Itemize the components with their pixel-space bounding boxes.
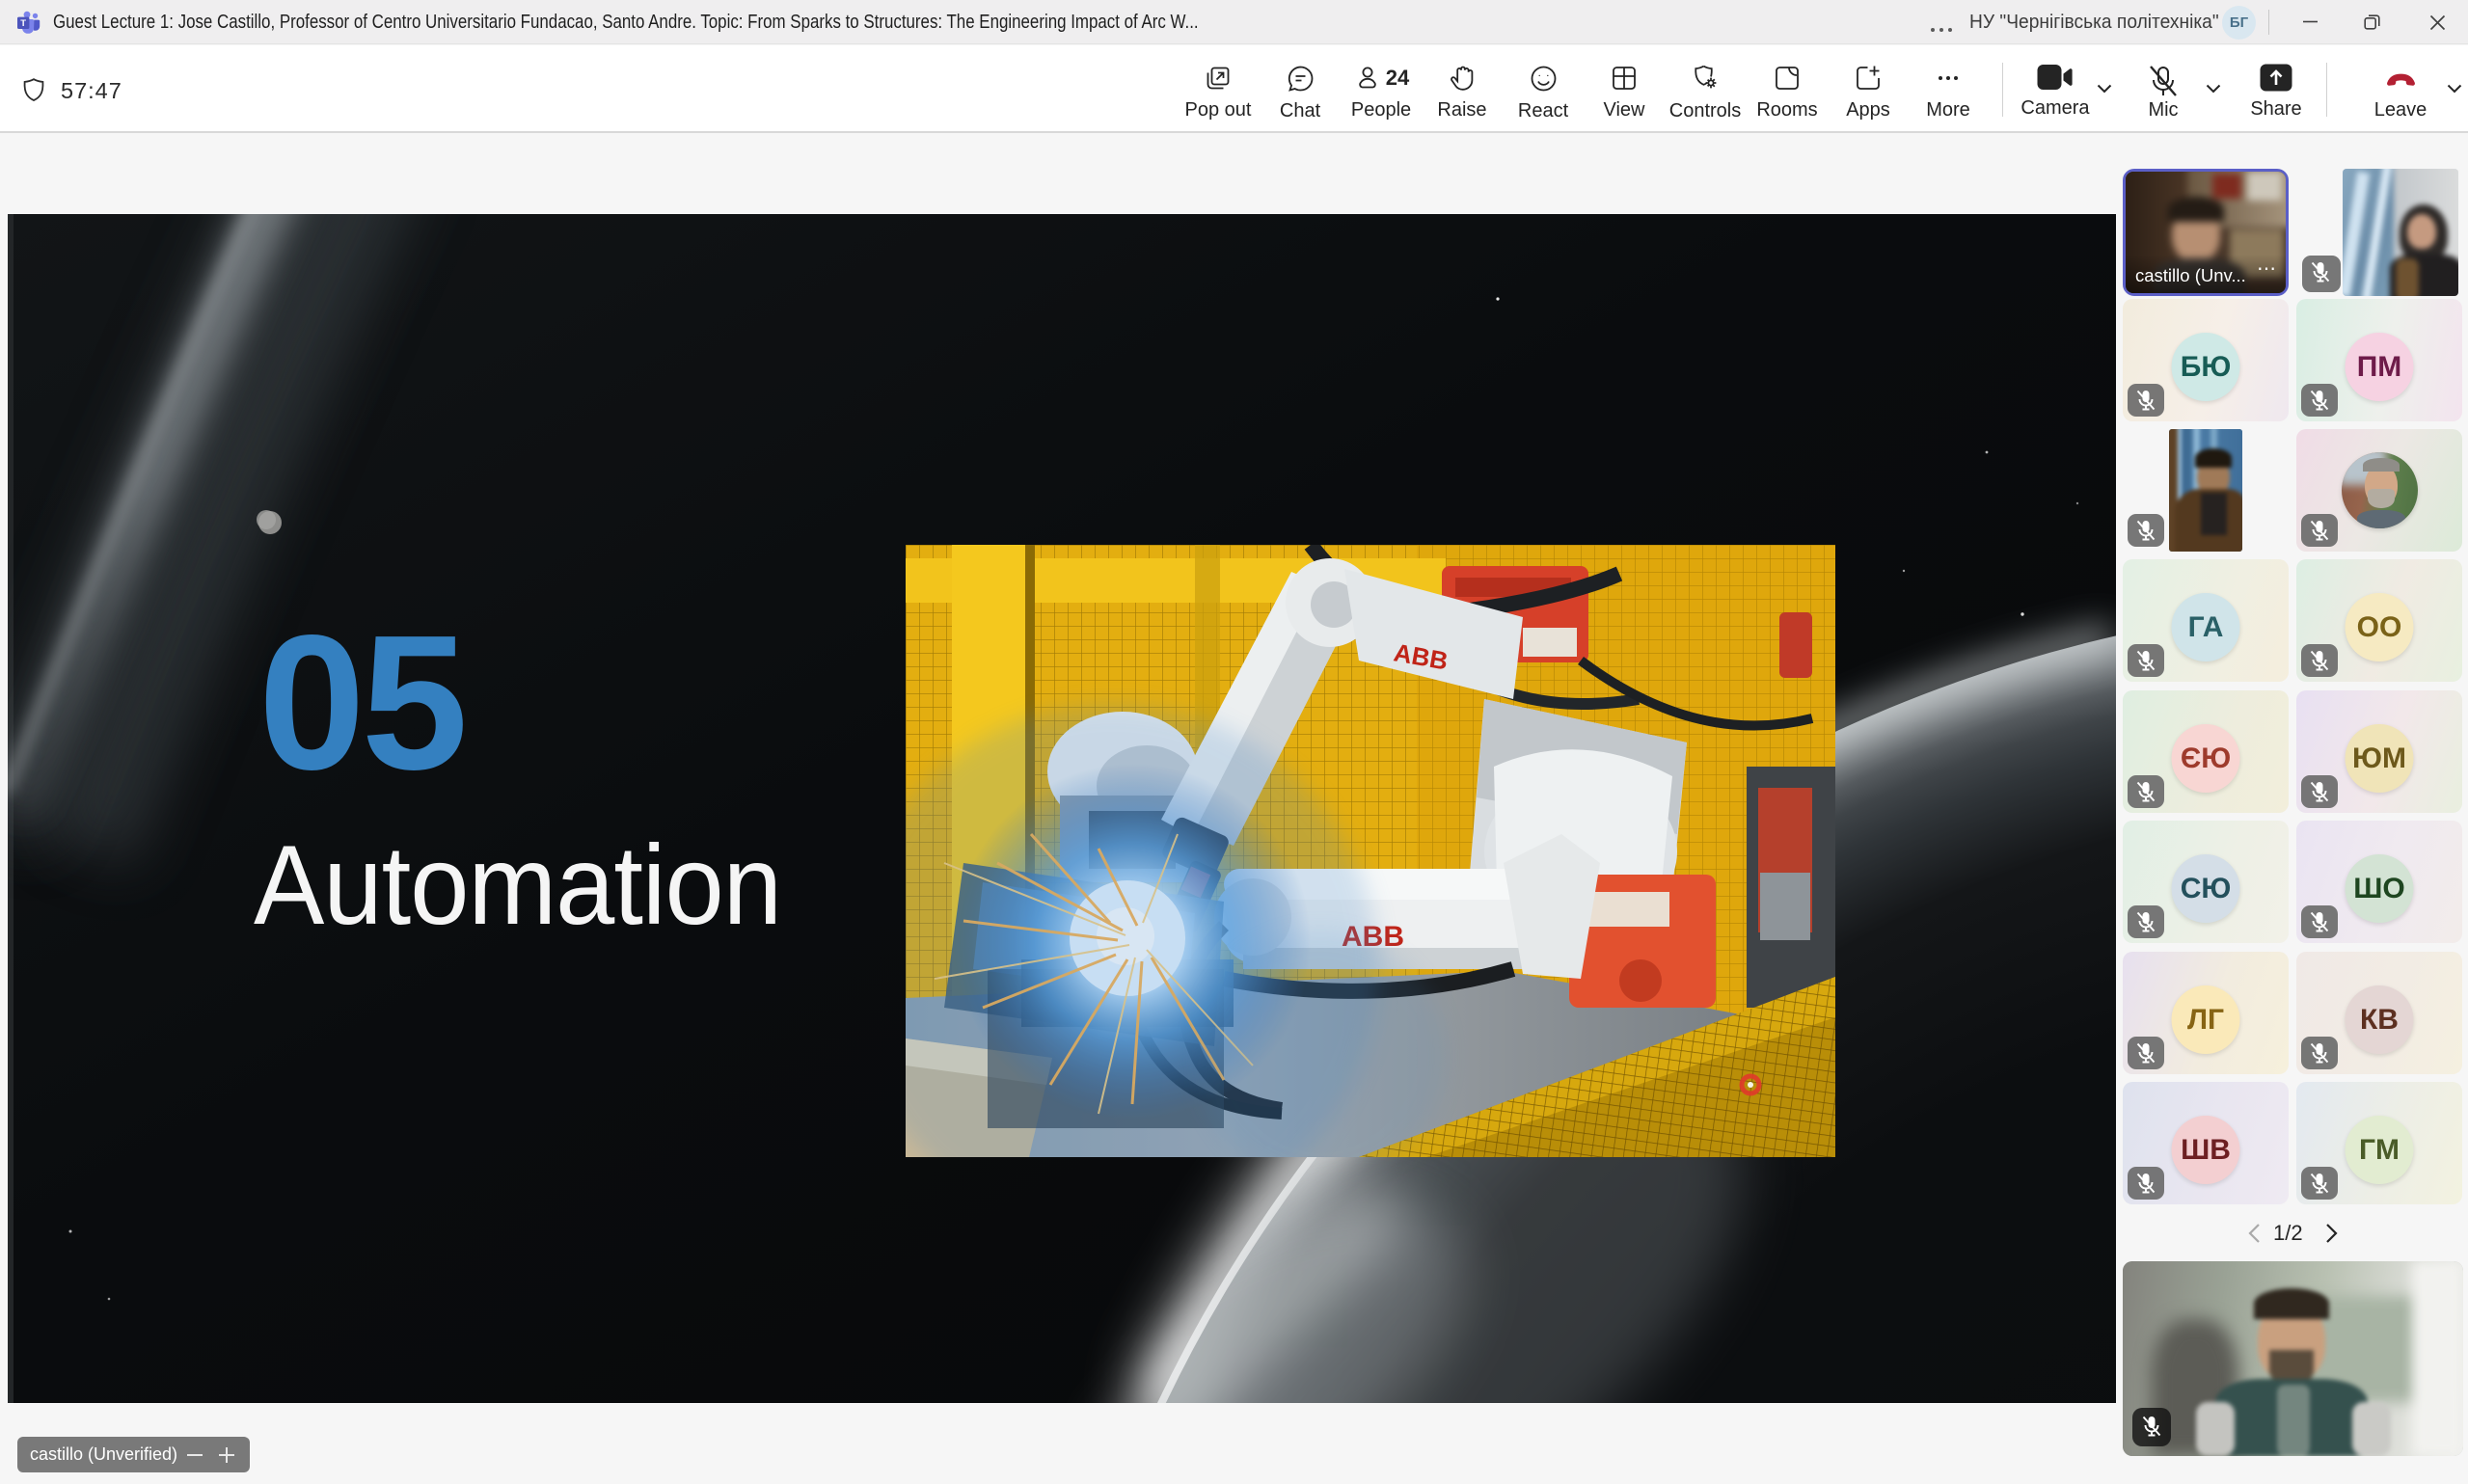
svg-text:T: T	[20, 18, 26, 29]
